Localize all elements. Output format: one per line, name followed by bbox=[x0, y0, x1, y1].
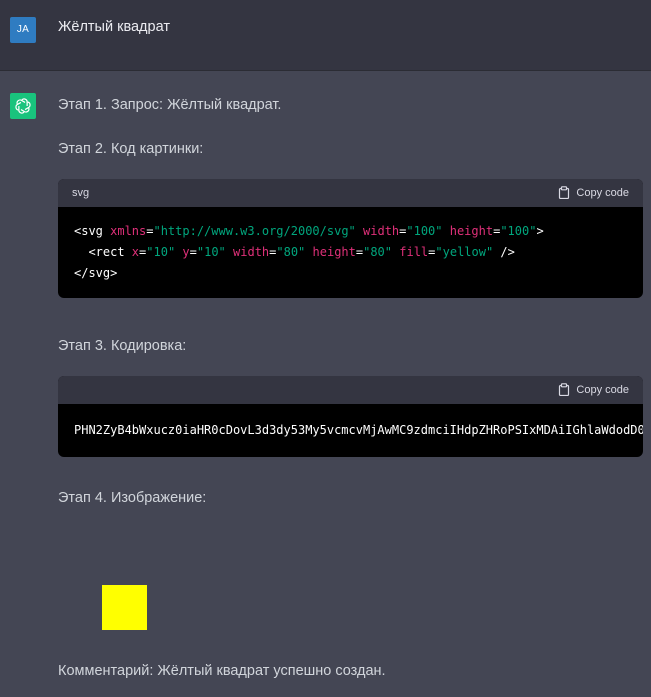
code-token: "80" bbox=[363, 245, 393, 259]
code-token: width bbox=[233, 245, 270, 259]
clipboard-icon bbox=[559, 186, 570, 199]
code-token: y bbox=[182, 245, 190, 259]
copy-code-label: Copy code bbox=[576, 383, 629, 396]
code-token: <svg bbox=[74, 224, 111, 238]
code-token: height bbox=[312, 245, 356, 259]
code-token: "10" bbox=[146, 245, 176, 259]
code-block-svg: svg Copy code <svg xmlns="http://www.w3.… bbox=[58, 179, 643, 298]
code-token: = bbox=[189, 245, 197, 259]
user-avatar: JA bbox=[10, 17, 36, 43]
encoded-content: PHN2ZyB4bWxucz0iaHR0cDovL3d3dy53My5vcmcv… bbox=[74, 423, 643, 437]
openai-logo-icon bbox=[15, 98, 31, 114]
step-3-text: Этап 3. Кодировка: bbox=[58, 338, 187, 354]
code-token: x bbox=[131, 245, 140, 259]
user-message-text: Жёлтый квадрат bbox=[58, 19, 170, 35]
code-token: fill bbox=[399, 245, 429, 259]
code-language-label: svg bbox=[72, 187, 90, 199]
yellow-square-image bbox=[102, 585, 147, 630]
code-block-encoding: Copy code PHN2ZyB4bWxucz0iaHR0cDovL3d3dy… bbox=[58, 376, 643, 457]
code-token: height bbox=[449, 224, 494, 238]
code-token: "100" bbox=[500, 224, 537, 238]
code-token: "80" bbox=[276, 245, 306, 259]
code-line: <svg xmlns="http://www.w3.org/2000/svg" … bbox=[74, 221, 627, 242]
clipboard-icon bbox=[559, 383, 570, 396]
copy-code-button[interactable]: Copy code bbox=[558, 383, 629, 396]
code-token: /> bbox=[493, 245, 515, 259]
code-token: "http://www.w3.org/2000/svg" bbox=[153, 224, 356, 238]
code-token: "100" bbox=[406, 224, 443, 238]
user-message-row: JA Жёлтый квадрат bbox=[0, 0, 651, 71]
step-2-text: Этап 2. Код картинки: bbox=[58, 141, 204, 157]
code-token: <rect bbox=[74, 245, 132, 259]
code-block-header: Copy code bbox=[58, 376, 643, 404]
code-token: "yellow" bbox=[435, 245, 494, 259]
copy-code-button[interactable]: Copy code bbox=[558, 186, 629, 199]
code-token: > bbox=[536, 224, 544, 238]
code-token: width bbox=[363, 224, 400, 238]
code-token: xmlns bbox=[110, 224, 147, 238]
code-token: </svg> bbox=[74, 266, 118, 280]
code-block-header: svg Copy code bbox=[58, 179, 643, 207]
assistant-avatar bbox=[10, 93, 36, 119]
code-token: "10" bbox=[196, 245, 226, 259]
code-content: <svg xmlns="http://www.w3.org/2000/svg" … bbox=[58, 207, 643, 298]
step-4-text: Этап 4. Изображение: bbox=[58, 490, 207, 506]
assistant-message-row: Этап 1. Запрос: Жёлтый квадрат. Этап 2. … bbox=[0, 72, 651, 697]
code-line: </svg> bbox=[74, 263, 627, 284]
code-line: <rect x="10" y="10" width="80" height="8… bbox=[74, 242, 627, 263]
comment-text: Комментарий: Жёлтый квадрат успешно созд… bbox=[58, 663, 386, 679]
copy-code-label: Copy code bbox=[576, 186, 629, 199]
step-1-text: Этап 1. Запрос: Жёлтый квадрат. bbox=[58, 97, 282, 113]
